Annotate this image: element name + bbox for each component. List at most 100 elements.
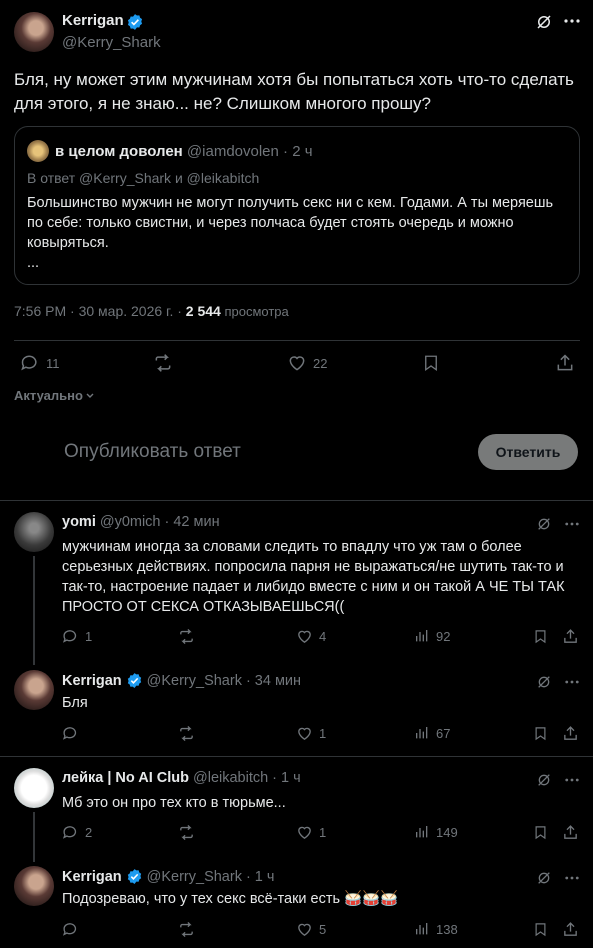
- reply-to-prefix: В ответ: [27, 170, 80, 186]
- thread-line: [33, 556, 35, 665]
- quote-more: ...: [27, 255, 40, 271]
- more-options-icon[interactable]: [565, 522, 579, 526]
- heart-icon: [296, 824, 313, 841]
- sort-label: Актуально: [14, 388, 83, 403]
- tweet-meta: 7:56 PM · 30 мар. 2026 г. · 2 544 просмо…: [14, 303, 289, 319]
- reply-icon: [62, 824, 79, 841]
- like-button[interactable]: 4: [296, 628, 326, 645]
- avatar[interactable]: [14, 866, 54, 906]
- reply-composer-input[interactable]: Опубликовать ответ: [64, 441, 241, 463]
- reply-text: Подозреваю, что у тех секс всё-таки есть…: [62, 891, 399, 907]
- quote-author-handle[interactable]: @iamdovolen: [187, 143, 279, 160]
- author-name[interactable]: Kerrigan: [62, 12, 124, 29]
- tweet-text: Бля, ну может этим мужчинам хотя бы попы…: [14, 70, 574, 113]
- repost-button[interactable]: [177, 628, 202, 645]
- reply-button[interactable]: [62, 921, 85, 938]
- bookmark-icon: [533, 824, 548, 841]
- views-count: 67: [436, 725, 451, 741]
- sort-dropdown[interactable]: Актуально: [14, 388, 95, 403]
- avatar[interactable]: [14, 768, 54, 808]
- repost-button[interactable]: [177, 921, 202, 938]
- grok-icon[interactable]: [536, 870, 552, 886]
- reply-count: 2: [85, 825, 93, 840]
- bookmark-button[interactable]: [422, 353, 440, 373]
- bookmark-button[interactable]: [533, 921, 548, 938]
- grok-icon[interactable]: [536, 772, 552, 788]
- more-options-icon[interactable]: [565, 876, 579, 880]
- author-name[interactable]: лейка | No AI Club: [62, 770, 189, 786]
- author-handle[interactable]: @leikabitch: [193, 770, 268, 786]
- bookmark-button[interactable]: [533, 628, 548, 645]
- reply-button[interactable]: 1: [62, 628, 92, 645]
- reply-submit-button[interactable]: Ответить: [478, 434, 578, 470]
- author-name[interactable]: yomi: [62, 514, 96, 530]
- reply-count: 11: [46, 355, 60, 371]
- reply-text: Бля: [62, 695, 88, 711]
- views-button[interactable]: 149: [414, 824, 458, 840]
- quote-time: · 2 ч: [283, 143, 313, 160]
- verified-badge-icon: [126, 13, 144, 31]
- like-button[interactable]: 22: [287, 353, 327, 373]
- heart-icon: [296, 921, 313, 938]
- like-button[interactable]: 1: [296, 824, 326, 841]
- views-button[interactable]: 67: [414, 725, 450, 741]
- quoted-tweet[interactable]: в целом доволен @iamdovolen · 2 ч В отве…: [14, 126, 580, 285]
- share-button[interactable]: [555, 353, 575, 373]
- bookmark-button[interactable]: [533, 725, 548, 742]
- share-button[interactable]: [562, 725, 579, 742]
- views-icon: [414, 824, 430, 840]
- share-button[interactable]: [562, 628, 579, 645]
- heart-icon: [289, 356, 305, 371]
- avatar: [27, 140, 49, 162]
- bookmark-button[interactable]: [533, 824, 548, 841]
- share-icon: [557, 354, 573, 371]
- author-name[interactable]: Kerrigan: [62, 869, 122, 885]
- views-button[interactable]: 138: [414, 921, 458, 937]
- more-options-icon[interactable]: [564, 19, 580, 23]
- quote-text: Большинство мужчин не могут получить сек…: [27, 195, 554, 251]
- avatar[interactable]: [14, 12, 54, 52]
- reply-button[interactable]: [62, 725, 85, 742]
- timestamp[interactable]: 7:56 PM · 30 мар. 2026 г. ·: [14, 303, 186, 319]
- verified-badge-icon: [126, 672, 143, 689]
- repost-button[interactable]: [152, 353, 180, 373]
- share-button[interactable]: [562, 824, 579, 841]
- repost-button[interactable]: [177, 725, 202, 742]
- quote-header: в целом доволен @iamdovolen · 2 ч: [55, 143, 313, 160]
- reply-time: · 42 мин: [164, 514, 220, 530]
- heart-icon: [296, 725, 313, 742]
- divider: [0, 756, 593, 757]
- reply-button[interactable]: 11: [20, 353, 60, 373]
- more-options-icon[interactable]: [565, 778, 579, 782]
- grok-icon[interactable]: [536, 674, 552, 690]
- like-button[interactable]: 1: [296, 725, 326, 742]
- share-button[interactable]: [562, 921, 579, 938]
- reply-button[interactable]: 2: [62, 824, 92, 841]
- quote-author-name[interactable]: в целом доволен: [55, 143, 183, 160]
- author-handle[interactable]: @Kerry_Shark: [147, 673, 242, 689]
- author-name[interactable]: Kerrigan: [62, 673, 122, 689]
- avatar[interactable]: [14, 512, 54, 552]
- thread-line: [33, 812, 35, 862]
- author-handle[interactable]: @Kerry_Shark: [147, 869, 242, 885]
- like-button[interactable]: 5: [296, 921, 326, 938]
- avatar[interactable]: [14, 670, 54, 710]
- reply-to-link[interactable]: @Kerry_Shark: [79, 170, 171, 186]
- like-count: 22: [313, 355, 328, 371]
- like-count: 4: [319, 629, 327, 644]
- reply-header: yomi @y0mich · 42 мин: [62, 514, 220, 530]
- reply-to-link[interactable]: @leikabitch: [187, 170, 260, 186]
- grok-icon[interactable]: [535, 13, 553, 31]
- author-handle[interactable]: @Kerry_Shark: [62, 34, 161, 51]
- reply-icon: [62, 921, 79, 938]
- repost-button[interactable]: [177, 824, 202, 841]
- reply-to-and: и: [171, 170, 187, 186]
- more-options-icon[interactable]: [565, 680, 579, 684]
- grok-icon[interactable]: [536, 516, 552, 532]
- bookmark-icon: [533, 725, 548, 742]
- views-button[interactable]: 92: [414, 628, 450, 644]
- reply-header: лейка | No AI Club @leikabitch · 1 ч: [62, 770, 301, 786]
- like-count: 1: [319, 825, 327, 840]
- bookmark-icon: [533, 921, 548, 938]
- author-handle[interactable]: @y0mich: [100, 514, 161, 530]
